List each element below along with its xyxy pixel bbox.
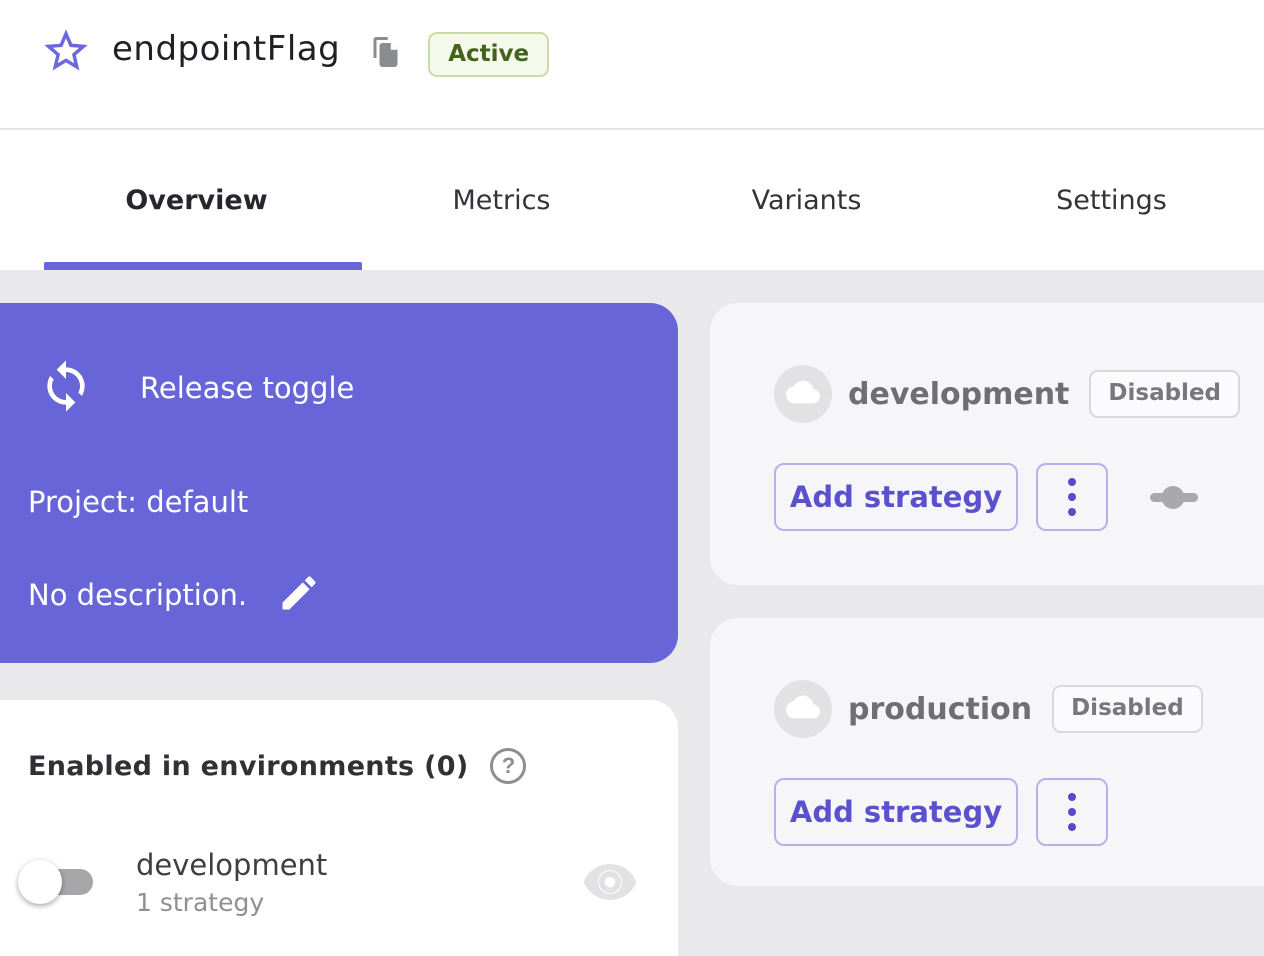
environment-info: development 1 strategy [136, 848, 327, 917]
feature-flag-overview-page: endpointFlag Active Overview Metrics Var… [0, 0, 1264, 956]
active-tab-indicator [44, 262, 362, 270]
environment-name: development [136, 848, 327, 882]
tab-variants[interactable]: Variants [654, 130, 959, 270]
tab-overview-label: Overview [125, 185, 267, 216]
development-toggle-switch[interactable] [18, 852, 112, 912]
environment-card-actions: Add strategy [774, 463, 1198, 531]
environment-card-name: development [848, 377, 1069, 412]
avatar [774, 680, 832, 738]
environment-card-production: production Disabled Add strategy [710, 618, 1264, 886]
more-options-button[interactable] [1036, 778, 1108, 846]
tab-bar: Overview Metrics Variants Settings [0, 130, 1264, 270]
environment-status-badge: Disabled [1052, 685, 1203, 732]
enabled-environments-card: Enabled in environments (0) ? developmen… [0, 700, 678, 956]
cloud-icon [786, 690, 820, 728]
eye-icon [580, 858, 640, 906]
tab-settings-label: Settings [1056, 185, 1167, 216]
flag-type-label: Release toggle [140, 371, 354, 405]
tab-settings[interactable]: Settings [959, 130, 1264, 270]
pencil-icon [277, 571, 321, 618]
main-content: Release toggle Project: default No descr… [0, 270, 1264, 956]
flag-project-label: Project: default [28, 485, 248, 519]
rollout-indicator-icon [1150, 485, 1198, 509]
status-badge: Active [428, 32, 549, 77]
flag-info-card: Release toggle Project: default No descr… [0, 303, 678, 663]
help-icon[interactable]: ? [490, 748, 526, 784]
copy-name-button[interactable] [366, 34, 402, 73]
environment-toggle-row: development 1 strategy [0, 832, 678, 932]
page-title: endpointFlag [112, 29, 340, 69]
tab-overview[interactable]: Overview [44, 130, 349, 270]
more-options-button[interactable] [1036, 463, 1108, 531]
toggle-knob [18, 860, 62, 904]
avatar [774, 365, 832, 423]
cloud-icon [786, 375, 820, 413]
environment-card-title-row: development Disabled [774, 365, 1240, 423]
kebab-icon [1068, 478, 1076, 516]
kebab-icon [1068, 793, 1076, 831]
star-icon [40, 25, 92, 80]
environment-card-development: development Disabled Add strategy [710, 303, 1264, 585]
page-header: endpointFlag Active [0, 0, 1264, 129]
environment-status-badge: Disabled [1089, 370, 1240, 417]
edit-description-button[interactable] [277, 571, 321, 618]
add-strategy-button[interactable]: Add strategy [774, 463, 1018, 531]
environment-card-title-row: production Disabled [774, 680, 1203, 738]
enabled-environments-heading: Enabled in environments (0) [28, 751, 468, 782]
tab-metrics[interactable]: Metrics [349, 130, 654, 270]
flag-type-row: Release toggle [38, 358, 354, 418]
enabled-environments-heading-row: Enabled in environments (0) ? [28, 748, 526, 784]
loop-icon [38, 358, 94, 418]
tab-variants-label: Variants [752, 185, 862, 216]
tab-metrics-label: Metrics [452, 185, 550, 216]
environment-strategy-count: 1 strategy [136, 888, 327, 917]
environment-card-name: production [848, 692, 1032, 727]
environment-card-actions: Add strategy [774, 778, 1108, 846]
flag-description-row: No description. [28, 571, 321, 618]
flag-description: No description. [28, 578, 247, 612]
add-strategy-button[interactable]: Add strategy [774, 778, 1018, 846]
copy-icon [366, 58, 402, 73]
favorite-button[interactable] [40, 26, 92, 78]
